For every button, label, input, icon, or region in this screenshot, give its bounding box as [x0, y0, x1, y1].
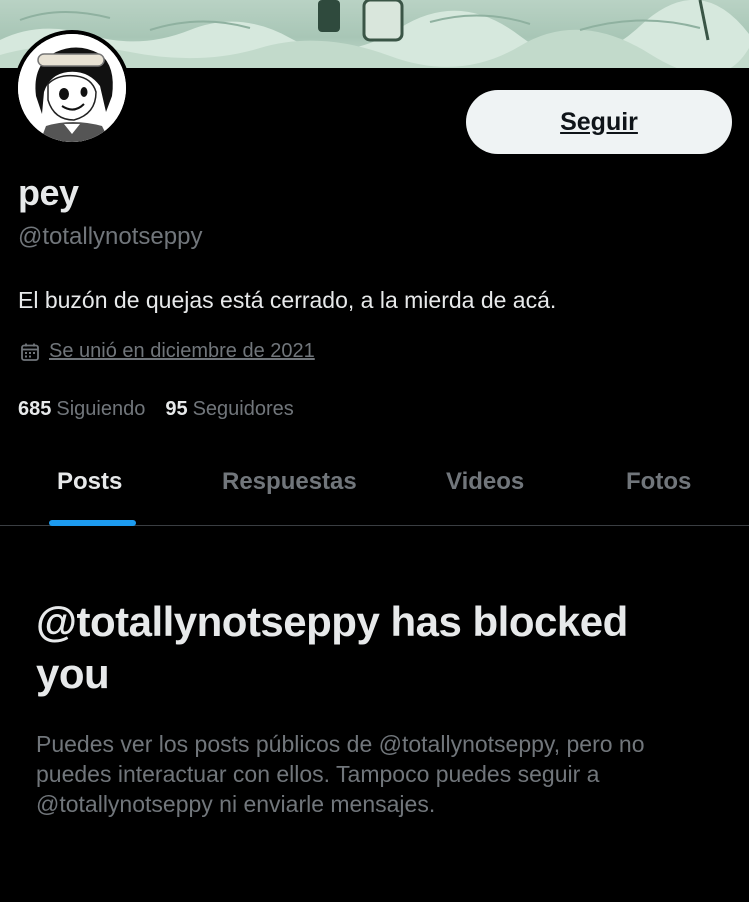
profile-tabs: Posts Respuestas Videos Fotos	[0, 440, 749, 526]
following-label: Siguiendo	[56, 398, 146, 420]
display-name: pey	[18, 172, 79, 213]
blocked-title: @totallynotseppy has blocked you	[36, 598, 628, 697]
blocked-description: Puedes ver los posts públicos de @totall…	[36, 731, 645, 817]
calendar-icon	[20, 342, 40, 362]
avatar-image	[18, 34, 126, 142]
follow-button[interactable]: Seguir	[466, 90, 732, 154]
following-link[interactable]: 685 Siguiendo	[18, 398, 145, 421]
followers-label: Seguidores	[192, 398, 294, 420]
followers-count: 95	[165, 398, 188, 420]
tab-respuestas[interactable]: Respuestas	[222, 468, 357, 496]
join-date-label: Se unió en diciembre de 2021	[49, 340, 315, 362]
followers-link[interactable]: 95 Seguidores	[165, 398, 293, 421]
user-handle: @totallynotseppy	[18, 223, 203, 250]
follow-stats: 685 Siguiendo 95 Seguidores	[18, 398, 294, 421]
following-count: 685	[18, 398, 52, 420]
avatar[interactable]	[14, 30, 130, 146]
active-tab-indicator	[49, 520, 136, 526]
join-date: Se unió en diciembre de 2021	[20, 340, 315, 363]
tab-fotos[interactable]: Fotos	[626, 468, 691, 496]
profile-page: Seguir pey @totallynotseppy El buzón de …	[0, 0, 749, 902]
tab-videos[interactable]: Videos	[446, 468, 524, 496]
tab-posts[interactable]: Posts	[57, 468, 122, 496]
profile-bio: El buzón de quejas está cerrado, a la mi…	[18, 287, 557, 313]
